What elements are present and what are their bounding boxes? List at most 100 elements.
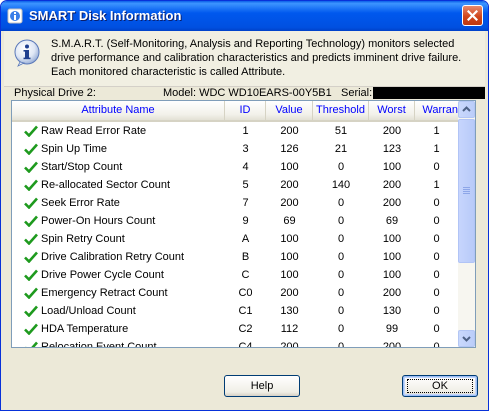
column-attribute-name[interactable]: Attribute Name <box>12 101 225 120</box>
cell-id: C <box>241 269 250 281</box>
cell-id: C4 <box>238 341 253 348</box>
table-row[interactable]: Re-allocated Sector Count 5 200 140 200 1 <box>12 176 458 194</box>
cell-id: C0 <box>238 287 253 299</box>
cell-attribute-name: HDA Temperature <box>41 323 129 335</box>
column-threshold[interactable]: Threshold <box>313 101 369 120</box>
cell-attribute-name: Load/Unload Count <box>41 305 136 317</box>
scroll-thumb[interactable] <box>458 119 475 263</box>
cell-threshold: 0 <box>337 323 345 335</box>
cell-threshold: 0 <box>337 251 345 263</box>
info-icon <box>14 39 40 67</box>
serial-label: Serial: <box>341 87 373 99</box>
cell-threshold: 140 <box>331 179 351 191</box>
cell-warranty: 0 <box>433 233 440 245</box>
cell-worst: 100 <box>382 269 402 281</box>
cell-id: 5 <box>242 179 249 191</box>
cell-warranty: 0 <box>433 251 440 263</box>
table-row[interactable]: Load/Unload Count C1 130 0 130 0 <box>12 302 458 320</box>
column-worst[interactable]: Worst <box>369 101 415 120</box>
cell-threshold: 0 <box>337 233 345 245</box>
serial-redacted <box>373 87 485 99</box>
info-panel: S.M.A.R.T. (Self-Monitoring, Analysis an… <box>4 31 485 87</box>
smart-dialog: SMART Disk Information S.M.A.R.T. (Self-… <box>0 0 489 411</box>
cell-attribute-name: Re-allocated Sector Count <box>41 179 171 191</box>
cell-id: A <box>241 233 250 245</box>
cell-id: B <box>241 251 250 263</box>
cell-warranty: 0 <box>433 323 440 335</box>
cell-attribute-name: Drive Power Cycle Count <box>41 269 164 281</box>
window-title: SMART Disk Information <box>29 8 182 23</box>
vertical-scrollbar[interactable] <box>458 101 475 347</box>
attribute-list[interactable]: Attribute Name ID Value Threshold Worst … <box>11 100 476 348</box>
cell-threshold: 21 <box>334 143 348 155</box>
cell-value: 100 <box>280 251 299 263</box>
cell-value: 69 <box>283 215 296 227</box>
table-row[interactable]: Start/Stop Count 4 100 0 100 0 <box>12 158 458 176</box>
scroll-down-button[interactable] <box>458 330 475 347</box>
cell-value: 100 <box>280 233 299 245</box>
table-row[interactable]: Drive Power Cycle Count C 100 0 100 0 <box>12 266 458 284</box>
table-row[interactable]: Drive Calibration Retry Count B 100 0 100 0 <box>12 248 458 266</box>
cell-warranty: 0 <box>433 341 440 348</box>
drive-model: Model: WDC WD10EARS-00Y5B1 <box>163 87 332 99</box>
cell-threshold: 0 <box>337 215 345 227</box>
table-row[interactable]: Relocation Event Count C4 200 0 200 0 <box>12 338 458 348</box>
cell-warranty: 1 <box>433 179 440 191</box>
cell-warranty: 0 <box>433 215 440 227</box>
physical-drive-label: Physical Drive 2: <box>14 87 96 99</box>
cell-worst: 100 <box>382 161 402 173</box>
cell-worst: 100 <box>382 251 402 263</box>
list-header: Attribute Name ID Value Threshold Worst … <box>12 101 475 122</box>
cell-id: 9 <box>242 215 249 227</box>
cell-warranty: 1 <box>433 143 440 155</box>
close-icon <box>467 10 478 21</box>
scroll-grip-line <box>463 193 470 194</box>
cell-attribute-name: Relocation Event Count <box>41 341 157 348</box>
scroll-up-button[interactable] <box>458 101 475 118</box>
cell-threshold: 0 <box>337 341 345 348</box>
cell-value: 200 <box>280 125 299 137</box>
cell-worst: 123 <box>382 143 402 155</box>
cell-attribute-name: Emergency Retract Count <box>41 287 168 299</box>
cell-warranty: 0 <box>433 161 440 173</box>
table-row[interactable]: Power-On Hours Count 9 69 0 69 0 <box>12 212 458 230</box>
cell-worst: 100 <box>382 233 402 245</box>
close-button[interactable] <box>462 5 483 26</box>
cell-worst: 200 <box>382 341 402 348</box>
cell-value: 130 <box>280 305 299 317</box>
column-value[interactable]: Value <box>266 101 313 120</box>
cell-worst: 69 <box>385 215 399 227</box>
table-row[interactable]: Seek Error Rate 7 200 0 200 0 <box>12 194 458 212</box>
cell-value: 100 <box>280 269 299 281</box>
drive-info-line: Physical Drive 2: Model: WDC WD10EARS-00… <box>1 86 488 100</box>
cell-warranty: 1 <box>433 125 440 137</box>
cell-worst: 200 <box>382 287 402 299</box>
scroll-grip-line <box>463 191 470 192</box>
disk-info-icon <box>7 8 23 24</box>
cell-worst: 200 <box>382 197 402 209</box>
cell-attribute-name: Raw Read Error Rate <box>41 125 147 137</box>
table-row[interactable]: Spin Up Time 3 126 21 123 1 <box>12 140 458 158</box>
table-row[interactable]: Emergency Retract Count C0 200 0 200 0 <box>12 284 458 302</box>
arrow-up-icon <box>462 106 471 112</box>
cell-worst: 200 <box>382 125 402 137</box>
cell-id: 1 <box>242 125 249 137</box>
column-id[interactable]: ID <box>225 101 266 120</box>
table-row[interactable]: Raw Read Error Rate 1 200 51 200 1 <box>12 122 458 140</box>
cell-threshold: 0 <box>337 287 345 299</box>
cell-threshold: 0 <box>337 269 345 281</box>
cell-warranty: 0 <box>433 269 440 281</box>
focus-rectangle <box>407 379 473 393</box>
cell-value: 100 <box>280 161 299 173</box>
cell-worst: 99 <box>385 323 399 335</box>
table-row[interactable]: HDA Temperature C2 112 0 99 0 <box>12 320 458 338</box>
cell-warranty: 0 <box>433 197 440 209</box>
cell-id: 7 <box>242 197 249 209</box>
cell-worst: 130 <box>382 305 402 317</box>
title-bar[interactable]: SMART Disk Information <box>1 1 488 31</box>
ok-button[interactable]: OK <box>402 375 478 397</box>
help-button[interactable]: Help <box>224 375 300 397</box>
cell-warranty: 0 <box>433 287 440 299</box>
cell-attribute-name: Power-On Hours Count <box>41 215 156 227</box>
table-row[interactable]: Spin Retry Count A 100 0 100 0 <box>12 230 458 248</box>
